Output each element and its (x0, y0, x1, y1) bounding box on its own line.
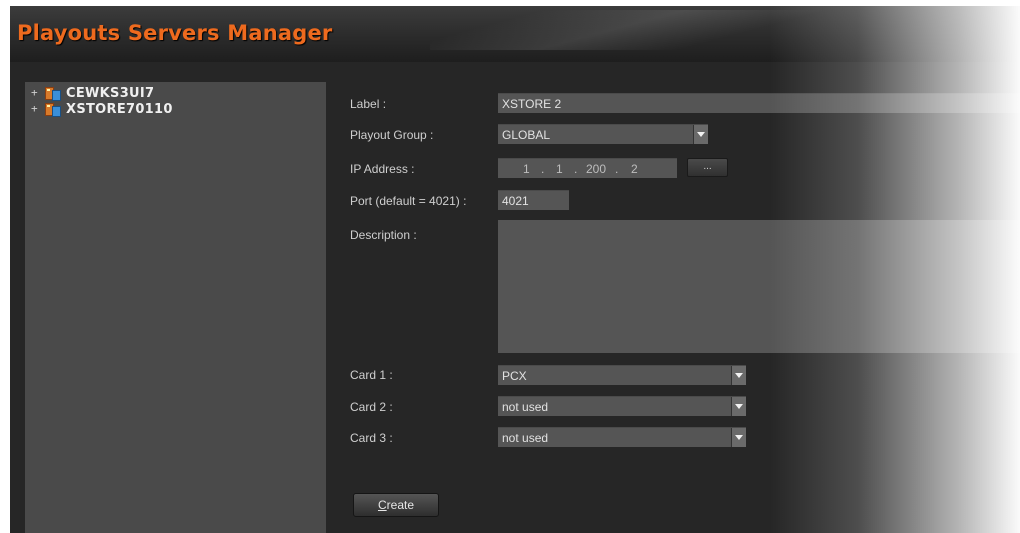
card1-value: PCX (502, 369, 527, 383)
ip-address-caption: IP Address : (350, 162, 415, 176)
expand-icon[interactable]: + (31, 101, 41, 117)
tree-item-xstore70110[interactable]: + XSTORE70110 (31, 101, 173, 117)
label-caption: Label : (350, 97, 387, 111)
tree-item-label: XSTORE70110 (66, 101, 173, 117)
playout-group-caption: Playout Group : (350, 128, 434, 142)
ip-octet-1[interactable]: 1 (523, 159, 530, 179)
card2-value: not used (502, 400, 549, 414)
ip-octet-3[interactable]: 200 (586, 159, 606, 179)
card2-select[interactable]: not used (498, 396, 746, 416)
playout-group-value: GLOBAL (502, 128, 551, 142)
chevron-down-icon[interactable] (731, 428, 746, 447)
ip-address-input[interactable]: 1 . 1 . 200 . 2 (498, 158, 677, 178)
server-icon (43, 101, 61, 117)
card3-caption: Card 3 : (350, 431, 393, 445)
header-banner: Playouts Servers Manager (10, 6, 1020, 62)
description-caption: Description : (350, 228, 417, 242)
card1-select[interactable]: PCX (498, 365, 746, 385)
create-mnemonic: C (377, 498, 387, 512)
ip-separator: . (574, 162, 578, 176)
banner-shine-decoration (430, 10, 850, 50)
description-textarea[interactable] (498, 220, 1020, 353)
tree-item-label: CEWKS3UI7 (66, 85, 155, 101)
create-button[interactable]: Create (353, 493, 439, 517)
card1-caption: Card 1 : (350, 368, 393, 382)
playout-group-select[interactable]: GLOBAL (498, 124, 708, 144)
ip-browse-button[interactable]: ... (687, 158, 728, 177)
create-label: reate (386, 498, 415, 512)
playouts-servers-manager-window: Playouts Servers Manager + CEWKS3UI7 + X… (10, 6, 1020, 533)
chevron-down-icon[interactable] (731, 397, 746, 416)
server-icon (43, 85, 61, 101)
chevron-down-icon[interactable] (731, 366, 746, 385)
ip-octet-2[interactable]: 1 (556, 159, 563, 179)
ip-separator: . (541, 162, 545, 176)
chevron-down-icon[interactable] (693, 125, 708, 144)
ip-separator: . (615, 162, 619, 176)
server-tree[interactable]: + CEWKS3UI7 + XSTORE70110 (25, 82, 326, 533)
label-input[interactable]: XSTORE 2 (498, 93, 1020, 113)
card3-value: not used (502, 431, 549, 445)
app-title: Playouts Servers Manager (17, 21, 333, 45)
port-caption: Port (default = 4021) : (350, 194, 467, 208)
tree-item-cewks3ui7[interactable]: + CEWKS3UI7 (31, 85, 154, 101)
expand-icon[interactable]: + (31, 85, 41, 101)
port-input[interactable]: 4021 (498, 190, 569, 210)
card3-select[interactable]: not used (498, 427, 746, 447)
card2-caption: Card 2 : (350, 400, 393, 414)
ip-octet-4[interactable]: 2 (631, 159, 638, 179)
